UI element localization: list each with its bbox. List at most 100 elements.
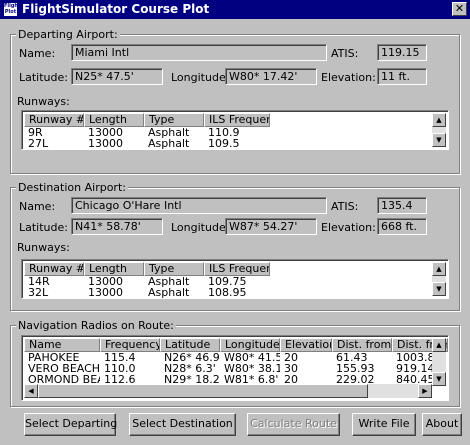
scroll-up-button[interactable]: ▲ bbox=[432, 262, 446, 276]
table-cell[interactable]: 61.43 bbox=[332, 352, 392, 363]
scroll-right-button[interactable]: ▶ bbox=[418, 384, 432, 398]
table-cell[interactable]: W80* 38.1' bbox=[220, 363, 280, 374]
destination-runways-list[interactable]: Runway # Length Type ILS Frequency 14R 1… bbox=[21, 259, 449, 299]
horizontal-scrollbar[interactable]: ◀ ▶ bbox=[24, 384, 432, 398]
column-header-type[interactable]: Type bbox=[144, 113, 204, 127]
vertical-scrollbar[interactable]: ▲ ▼ bbox=[432, 113, 446, 147]
destination-runways-label: Runways: bbox=[17, 241, 70, 254]
column-header-length[interactable]: Length bbox=[84, 113, 144, 127]
scroll-down-button[interactable]: ▼ bbox=[432, 133, 446, 147]
column-header-ils-frequency[interactable]: ILS Frequency bbox=[204, 113, 270, 127]
horizontal-scroll-thumb[interactable] bbox=[38, 384, 368, 398]
column-header-runway[interactable]: Runway # bbox=[24, 262, 84, 276]
up-arrow-icon: ▲ bbox=[436, 265, 442, 273]
down-arrow-icon: ▼ bbox=[436, 285, 442, 293]
destination-latitude-field: N41* 58.78' bbox=[71, 218, 163, 235]
table-cell[interactable]: 1003.87 bbox=[392, 352, 434, 363]
column-header-runway[interactable]: Runway # bbox=[24, 113, 84, 127]
column-header-ils-frequency[interactable]: ILS Frequency bbox=[204, 262, 270, 276]
table-cell[interactable]: 115.4 bbox=[100, 352, 160, 363]
departing-latitude-label: Latitude: bbox=[19, 71, 68, 84]
column-header-frequency[interactable]: Frequency bbox=[100, 338, 160, 352]
departing-runways-list[interactable]: Runway # Length Type ILS Frequency 9R 13… bbox=[21, 110, 449, 150]
destination-airport-legend: Destination Airport: bbox=[16, 181, 128, 194]
destination-atis-field: 135.4 bbox=[377, 197, 427, 214]
table-cell[interactable]: Asphalt bbox=[144, 276, 204, 287]
departing-name-field: Miami Intl bbox=[71, 44, 327, 61]
table-cell[interactable]: 155.93 bbox=[332, 363, 392, 374]
vertical-scrollbar[interactable]: ▲ ▼ bbox=[432, 338, 446, 386]
scroll-up-button[interactable]: ▲ bbox=[432, 113, 446, 127]
right-arrow-icon: ▶ bbox=[422, 387, 428, 395]
departing-atis-label: ATIS: bbox=[331, 47, 359, 60]
column-header-longitude[interactable]: Longitude bbox=[220, 338, 280, 352]
departing-elevation-label: Elevation: bbox=[321, 71, 376, 84]
table-cell[interactable]: 32L bbox=[24, 287, 84, 298]
departing-longitude-field: W80* 17.42' bbox=[225, 68, 317, 85]
departing-name-label: Name: bbox=[19, 47, 56, 60]
departing-longitude-label: Longitude: bbox=[171, 71, 230, 84]
table-cell[interactable]: PAHOKEE bbox=[24, 352, 100, 363]
up-arrow-icon: ▲ bbox=[436, 116, 442, 124]
table-cell[interactable]: VERO BEACH bbox=[24, 363, 100, 374]
column-header-length[interactable]: Length bbox=[84, 262, 144, 276]
column-header-latitude[interactable]: Latitude bbox=[160, 338, 220, 352]
calculate-route-button[interactable]: Calculate Route bbox=[247, 413, 340, 436]
select-departing-button[interactable]: Select Departing bbox=[24, 413, 117, 436]
table-cell[interactable]: Asphalt bbox=[144, 138, 204, 149]
table-cell[interactable]: N26* 46.9' bbox=[160, 352, 220, 363]
table-cell[interactable]: N28* 6.3' bbox=[160, 363, 220, 374]
table-cell[interactable]: 20 bbox=[280, 352, 332, 363]
table-cell[interactable]: 108.95 bbox=[204, 287, 264, 298]
column-header-elevation[interactable]: Elevation bbox=[280, 338, 332, 352]
title-bar[interactable]: Flight Plot FlightSimulator Course Plot … bbox=[0, 0, 470, 19]
departing-atis-field: 119.15 bbox=[377, 44, 427, 61]
departing-airport-group: Departing Airport: Name: Miami Intl ATIS… bbox=[10, 28, 460, 174]
destination-elevation-label: Elevation: bbox=[321, 221, 376, 234]
table-cell[interactable]: 30 bbox=[280, 363, 332, 374]
scroll-down-button[interactable]: ▼ bbox=[432, 282, 446, 296]
left-arrow-icon: ◀ bbox=[28, 387, 34, 395]
destination-name-field: Chicago O'Hare Intl bbox=[71, 197, 327, 214]
vertical-scrollbar[interactable]: ▲ ▼ bbox=[432, 262, 446, 296]
app-icon: Flight Plot bbox=[3, 2, 18, 17]
down-arrow-icon: ▼ bbox=[436, 136, 442, 144]
departing-runways-label: Runways: bbox=[17, 95, 70, 108]
table-cell[interactable]: 919.14 bbox=[392, 363, 434, 374]
table-cell[interactable]: 27L bbox=[24, 138, 84, 149]
table-cell[interactable]: 110.0 bbox=[100, 363, 160, 374]
write-file-button[interactable]: Write File bbox=[352, 413, 416, 436]
scroll-up-button[interactable]: ▲ bbox=[432, 338, 446, 352]
about-button[interactable]: About bbox=[422, 413, 462, 436]
destination-latitude-label: Latitude: bbox=[19, 221, 68, 234]
table-cell[interactable]: 13000 bbox=[84, 127, 144, 138]
select-destination-button[interactable]: Select Destination bbox=[129, 413, 236, 436]
table-cell[interactable]: 13000 bbox=[84, 276, 144, 287]
table-cell[interactable]: W80* 41.5' bbox=[220, 352, 280, 363]
table-cell[interactable]: 109.5 bbox=[204, 138, 264, 149]
scroll-left-button[interactable]: ◀ bbox=[24, 384, 38, 398]
destination-elevation-field: 668 ft. bbox=[377, 218, 427, 235]
table-cell[interactable]: Asphalt bbox=[144, 287, 204, 298]
column-header-name[interactable]: Name bbox=[24, 338, 100, 352]
table-cell[interactable]: Asphalt bbox=[144, 127, 204, 138]
navigation-radios-legend: Navigation Radios on Route: bbox=[16, 319, 176, 332]
table-cell[interactable]: 13000 bbox=[84, 287, 144, 298]
navigation-radios-list[interactable]: Name Frequency Latitude Longitude Elevat… bbox=[21, 335, 449, 401]
down-arrow-icon: ▼ bbox=[436, 375, 442, 383]
column-header-type[interactable]: Type bbox=[144, 262, 204, 276]
table-cell[interactable]: 110.9 bbox=[204, 127, 264, 138]
column-header-dist-from-departing[interactable]: Dist. from ... bbox=[332, 338, 392, 352]
table-cell[interactable]: 14R bbox=[24, 276, 84, 287]
table-cell[interactable]: 109.75 bbox=[204, 276, 264, 287]
destination-name-label: Name: bbox=[19, 200, 56, 213]
close-button[interactable]: ✕ bbox=[452, 2, 467, 16]
departing-elevation-field: 11 ft. bbox=[377, 68, 427, 85]
table-cell[interactable]: 13000 bbox=[84, 138, 144, 149]
destination-atis-label: ATIS: bbox=[331, 200, 359, 213]
destination-longitude-field: W87* 54.27' bbox=[225, 218, 317, 235]
up-arrow-icon: ▲ bbox=[436, 341, 442, 349]
scroll-down-button[interactable]: ▼ bbox=[432, 372, 446, 386]
table-cell[interactable]: 9R bbox=[24, 127, 84, 138]
destination-longitude-label: Longitude: bbox=[171, 221, 230, 234]
